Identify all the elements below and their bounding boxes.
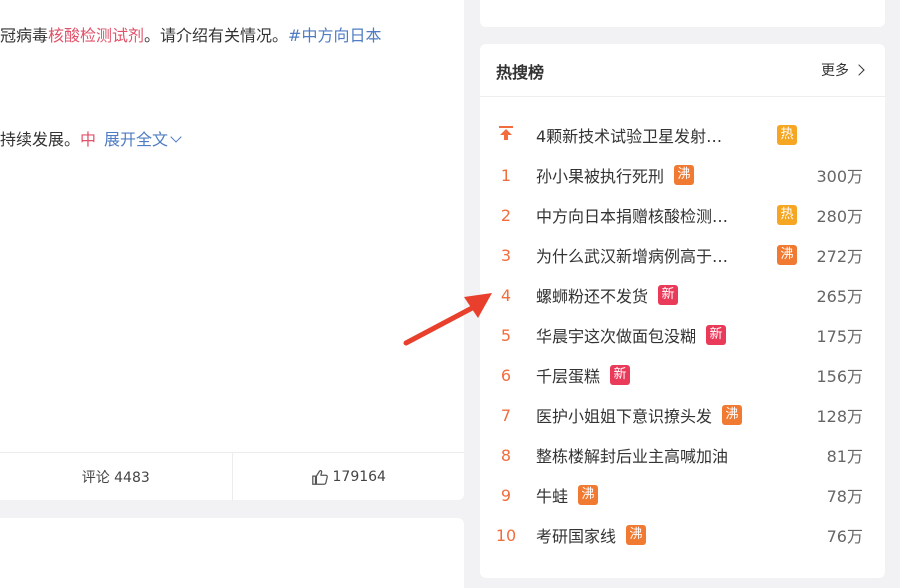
post-text-line-2: 持续发展。中 展开全文 [0,126,182,150]
hot-search-panel: 热搜榜 更多 4颗新技术试验卫星发射… 热 1 孙小果被执行死刑 沸 300万 … [480,44,885,578]
hot-item-rank: 3 [500,245,512,265]
hot-search-title: 热搜榜 [496,63,545,82]
comment-label: 评论 4483 [81,470,150,486]
hot-search-item[interactable]: 2 中方向日本捐赠核酸检测… 热 280万 [480,195,885,235]
boil-badge: 沸 [578,485,599,505]
hot-search-item[interactable]: 5 华晨宇这次做面包没糊 新 175万 [480,315,885,355]
sidebar-card-top [480,0,885,27]
hot-item-title: 牛蛙 [536,487,569,506]
post-tag-fragment[interactable]: 中 [80,130,96,149]
thumbs-up-icon [311,470,328,485]
new-badge: 新 [706,325,727,345]
hot-search-item[interactable]: 10 考研国家线 沸 76万 [480,515,885,555]
hot-badge: 热 [777,205,797,225]
red-arrow-icon [403,293,492,346]
boil-badge: 沸 [674,165,695,185]
post-text-prefix: 冠病毒 [0,26,49,45]
hot-item-count: 175万 [816,327,863,346]
boil-badge: 沸 [626,525,647,545]
post-text-end: 持续发展。 [0,130,81,149]
chevron-down-icon [170,131,182,143]
hot-item-title: 螺蛳粉还不发货 [536,287,649,306]
hot-item-rank: 8 [500,445,512,465]
more-link[interactable]: 更多 [821,60,865,80]
hot-search-item[interactable]: 8 整栋楼解封后业主高喊加油 81万 [480,435,885,475]
new-badge: 新 [610,365,631,385]
hot-item-count: 78万 [826,487,863,506]
post-action-bar: 评论 4483 179164 [0,452,464,501]
comment-button[interactable]: 评论 4483 [0,453,232,501]
boil-badge: 沸 [722,405,743,425]
post-keyword-link[interactable]: 核酸检测试剂 [48,26,144,45]
hot-item-rank: 7 [500,405,512,425]
hot-search-item[interactable]: 7 医护小姐姐下意识撩头发 沸 128万 [480,395,885,435]
hot-search-header: 热搜榜 更多 [480,44,885,97]
expand-full-text-link[interactable]: 展开全文 [104,130,182,149]
hot-item-title: 华晨宇这次做面包没糊 [536,327,697,346]
post-text-middle: 。请介绍有关情况。 [144,26,289,45]
hot-item-count: 300万 [816,167,863,186]
pin-top-icon [499,126,513,140]
weibo-post-card: 冠病毒核酸检测试剂。请介绍有关情况。#中方向日本 持续发展。中 展开全文 评论 4… [0,0,464,501]
hot-badge: 热 [777,125,797,145]
chevron-right-icon [853,64,865,76]
hot-item-rank: 9 [500,485,512,505]
hot-search-item-pinned[interactable]: 4颗新技术试验卫星发射… 热 [480,115,885,155]
hot-item-count: 272万 [816,247,863,266]
hot-item-title: 孙小果被执行死刑 [536,167,665,186]
hot-item-title: 4颗新技术试验卫星发射… [536,127,723,146]
hot-search-item[interactable]: 4 螺蛳粉还不发货 新 265万 [480,275,885,315]
hot-search-item[interactable]: 9 牛蛙 沸 78万 [480,475,885,515]
hot-item-count: 280万 [816,207,863,226]
pin-slot [478,125,534,145]
hot-item-title: 中方向日本捐赠核酸检测… [536,207,729,226]
hot-item-title: 整栋楼解封后业主高喊加油 [536,447,729,466]
hot-item-count: 156万 [816,367,863,386]
hot-item-title: 为什么武汉新增病例高于… [536,247,729,266]
post-hashtag-link[interactable]: #中方向日本 [288,26,381,45]
new-badge: 新 [658,285,679,305]
hot-search-item[interactable]: 1 孙小果被执行死刑 沸 300万 [480,155,885,195]
hot-item-title: 千层蛋糕 [536,367,601,386]
hot-item-rank: 1 [500,165,512,185]
post-text-line-1: 冠病毒核酸检测试剂。请介绍有关情况。#中方向日本 [0,22,381,46]
boil-badge: 沸 [777,245,797,265]
hot-item-title: 医护小姐姐下意识撩头发 [536,407,713,426]
hot-item-count: 81万 [826,447,863,466]
next-post-card [0,518,464,588]
hot-search-list: 4颗新技术试验卫星发射… 热 1 孙小果被执行死刑 沸 300万 2 中方向日本… [480,115,885,555]
like-button[interactable]: 179164 [231,453,465,501]
hot-item-rank: 6 [500,365,512,385]
like-count: 179164 [332,469,386,485]
hot-item-rank: 10 [495,525,517,545]
more-label: 更多 [821,63,849,79]
hot-item-count: 76万 [826,527,863,546]
hot-item-count: 265万 [816,287,863,306]
hot-item-count: 128万 [816,407,863,426]
hot-item-rank: 2 [500,205,512,225]
hot-search-item[interactable]: 3 为什么武汉新增病例高于… 沸 272万 [480,235,885,275]
hot-search-item[interactable]: 6 千层蛋糕 新 156万 [480,355,885,395]
hot-item-title: 考研国家线 [536,527,617,546]
expand-label: 展开全文 [104,130,169,149]
